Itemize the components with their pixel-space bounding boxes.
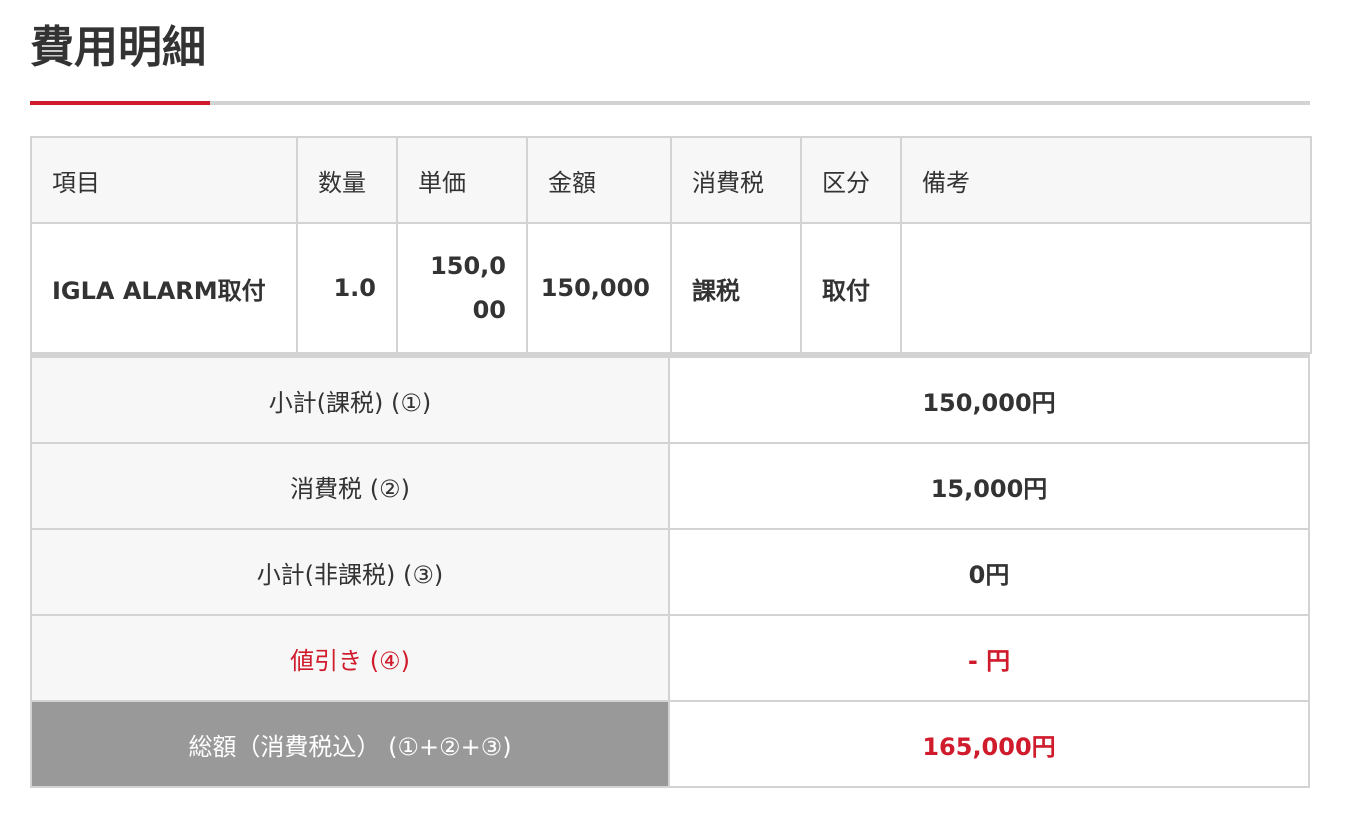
- cell-item: IGLA ALARM取付: [30, 222, 298, 354]
- subtotal-nontaxable-label: 小計(非課税) (③): [30, 528, 670, 616]
- cell-amount: 150,000: [526, 222, 672, 354]
- header-item: 項目: [30, 136, 298, 224]
- consumption-tax-value: 15,000円: [668, 442, 1310, 530]
- header-unit-price: 単価: [396, 136, 528, 224]
- cell-unit-price: 150,000: [430, 252, 506, 324]
- consumption-tax-label: 消費税 (②): [30, 442, 670, 530]
- header-quantity: 数量: [296, 136, 398, 224]
- header-category: 区分: [800, 136, 902, 224]
- grand-total-value: 165,000円: [668, 700, 1310, 788]
- discount-value: - 円: [668, 614, 1310, 702]
- cell-category: 取付: [800, 222, 902, 354]
- header-amount: 金額: [526, 136, 672, 224]
- discount-row: 値引き (④) - 円: [30, 614, 1310, 702]
- subtotal-nontaxable-value: 0円: [668, 528, 1310, 616]
- discount-label: 値引き (④): [30, 614, 670, 702]
- cost-items-table: 項目 数量 単価 金額 消費税 区分 備考 IGLA ALARM取付 1.0 1…: [30, 136, 1312, 354]
- title-underline-accent: [30, 101, 210, 105]
- page-title: 費用明細: [30, 22, 206, 73]
- header-note: 備考: [900, 136, 1312, 224]
- cell-quantity: 1.0: [296, 222, 398, 354]
- grand-total-row: 総額（消費税込） (①+②+③) 165,000円: [30, 700, 1310, 788]
- table-header-row: 項目 数量 単価 金額 消費税 区分 備考: [30, 136, 1312, 224]
- subtotal-taxable-value: 150,000円: [668, 354, 1310, 444]
- subtotal-nontaxable-row: 小計(非課税) (③) 0円: [30, 528, 1310, 616]
- cell-note: [900, 222, 1312, 354]
- consumption-tax-row: 消費税 (②) 15,000円: [30, 442, 1310, 530]
- table-row: IGLA ALARM取付 1.0 150,000 150,000 課税 取付: [30, 222, 1312, 354]
- header-tax: 消費税: [670, 136, 802, 224]
- grand-total-label: 総額（消費税込） (①+②+③): [30, 700, 670, 788]
- subtotal-taxable-row: 小計(課税) (①) 150,000円: [30, 354, 1310, 444]
- totals-table: 小計(課税) (①) 150,000円 消費税 (②) 15,000円 小計(非…: [30, 354, 1310, 788]
- cell-tax: 課税: [670, 222, 802, 354]
- subtotal-taxable-label: 小計(課税) (①): [30, 354, 670, 444]
- title-underline: [30, 101, 1310, 105]
